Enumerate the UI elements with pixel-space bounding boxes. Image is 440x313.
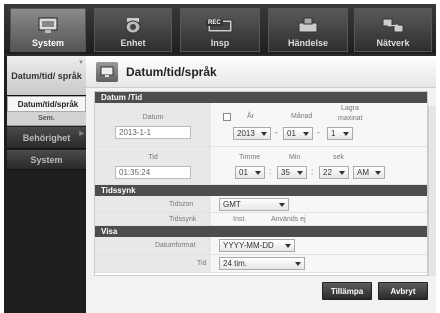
timezone-value: GMT xyxy=(223,200,241,209)
nav-natverk[interactable]: Nätverk xyxy=(354,8,432,52)
sek-label: sek xyxy=(333,154,344,161)
expand-icon: ▶ xyxy=(79,131,84,137)
scrollbar[interactable] xyxy=(428,106,436,276)
date-separator: - xyxy=(275,128,278,137)
time-separator: : xyxy=(311,167,314,176)
date-row xyxy=(95,103,427,147)
dateformat-value: YYYY-MM-DD xyxy=(223,241,274,250)
left-menu: Datum/tid/ språk ▼ Datum/tid/språk Sem. … xyxy=(4,56,86,313)
network-icon xyxy=(382,18,404,33)
date-separator: - xyxy=(317,128,320,137)
chevron-down-icon xyxy=(303,132,309,136)
apply-button[interactable]: Tillämpa xyxy=(322,282,372,300)
page-header: Datum/tid/språk xyxy=(86,56,436,88)
menu-behorighet[interactable]: Behörighet ▶ xyxy=(7,127,86,149)
timeformat-select[interactable]: 24 tim. xyxy=(219,257,305,270)
timesync-settings-link[interactable]: Inst. xyxy=(233,216,246,223)
timeformat-value: 24 tim. xyxy=(223,259,248,268)
camera-icon xyxy=(125,18,141,34)
menu-datum-tid-sprak[interactable]: Datum/tid/ språk ▼ xyxy=(7,56,86,96)
settings-page-icon xyxy=(96,61,118,82)
date-checkbox[interactable] xyxy=(223,113,231,121)
dateformat-label: Datumformat xyxy=(155,242,196,249)
chevron-down-icon xyxy=(255,171,261,175)
nav-handelse-label: Händelse xyxy=(287,38,329,48)
app-frame: System Enhet Insp Händelse Nätverk Datum… xyxy=(4,4,436,313)
min-label: Min xyxy=(289,154,301,161)
chevron-down-icon xyxy=(285,244,291,248)
year-select[interactable]: 2013 xyxy=(233,127,271,140)
timezone-label: Tidszon xyxy=(169,201,194,208)
timesync-value: Används ej xyxy=(271,216,306,223)
minute-select[interactable]: 35 xyxy=(277,166,307,179)
cancel-button[interactable]: Avbryt xyxy=(378,282,428,300)
dateformat-select[interactable]: YYYY-MM-DD xyxy=(219,239,295,252)
top-navigation: System Enhet Insp Händelse Nätverk xyxy=(4,4,436,54)
timesync-label: Tidssynk xyxy=(169,216,197,223)
date-field[interactable]: 2013-1-1 xyxy=(115,126,191,139)
submenu-sem-label: Sem. xyxy=(38,115,55,122)
monitor-icon xyxy=(38,17,58,33)
collapse-icon: ▼ xyxy=(78,60,84,66)
chevron-down-icon xyxy=(261,132,267,136)
hour-select[interactable]: 01 xyxy=(235,166,265,179)
second-value: 22 xyxy=(323,168,332,177)
submenu-sem[interactable]: Sem. xyxy=(7,112,86,126)
second-select[interactable]: 22 xyxy=(319,166,349,179)
minute-value: 35 xyxy=(281,168,290,177)
time-field[interactable]: 01:35:24 xyxy=(115,166,191,179)
section-datum-tid: Datum /Tid xyxy=(95,92,427,103)
nav-enhet[interactable]: Enhet xyxy=(94,8,172,52)
chevron-down-icon xyxy=(279,203,285,207)
chevron-down-icon xyxy=(295,262,301,266)
timezone-select[interactable]: GMT xyxy=(219,198,289,211)
submenu-datum-tid-sprak[interactable]: Datum/tid/språk xyxy=(7,96,86,112)
chevron-down-icon xyxy=(343,132,349,136)
page-title: Datum/tid/språk xyxy=(126,64,217,79)
ampm-value: AM xyxy=(357,168,369,177)
ampm-select[interactable]: AM xyxy=(353,166,385,179)
timme-label: Timme xyxy=(239,154,261,161)
nav-enhet-label: Enhet xyxy=(120,38,146,48)
chevron-down-icon xyxy=(297,171,303,175)
time-separator: : xyxy=(269,167,272,176)
timesync-row xyxy=(95,213,427,226)
day-value: 1 xyxy=(331,129,336,138)
date-label: Datum xyxy=(142,114,164,121)
day-select[interactable]: 1 xyxy=(327,127,353,140)
alarm-icon xyxy=(298,17,318,33)
nav-natverk-label: Nätverk xyxy=(376,38,410,48)
time-label: Tid xyxy=(148,154,158,161)
menu-behorighet-label: Behörighet xyxy=(22,132,71,143)
nav-handelse[interactable]: Händelse xyxy=(268,8,348,52)
menu-datum-tid-sprak-label: Datum/tid/ språk xyxy=(11,70,82,81)
hour-value: 01 xyxy=(239,168,248,177)
chevron-down-icon xyxy=(339,171,345,175)
section-tidssynk: Tidssynk xyxy=(95,185,427,196)
rec-badge: REC xyxy=(206,20,223,26)
lagra-label: Lagra xyxy=(341,105,359,112)
settings-panel: Datum /Tid Datum 2013-1-1 År Månad Lagra… xyxy=(94,91,428,276)
menu-system-label: System xyxy=(30,154,63,165)
year-value: 2013 xyxy=(237,129,255,138)
submenu-datum-tid-sprak-label: Datum/tid/språk xyxy=(17,99,79,109)
timeformat-label: Tid xyxy=(197,260,207,267)
nav-system[interactable]: System xyxy=(10,8,86,52)
content-area: Datum/tid/språk Datum /Tid Datum 2013-1-… xyxy=(86,56,436,313)
nav-insp-label: Insp xyxy=(210,38,230,48)
menu-system[interactable]: System xyxy=(7,150,86,170)
chevron-down-icon xyxy=(375,171,381,175)
month-value: 01 xyxy=(287,129,296,138)
ar-label: År xyxy=(247,113,254,120)
month-select[interactable]: 01 xyxy=(283,127,313,140)
section-visa: Visa xyxy=(95,226,427,237)
nav-system-label: System xyxy=(31,38,65,48)
manad-label: Månad xyxy=(291,113,313,120)
maxinat-label: maxinat xyxy=(338,115,363,122)
nav-insp[interactable]: Insp xyxy=(180,8,260,52)
